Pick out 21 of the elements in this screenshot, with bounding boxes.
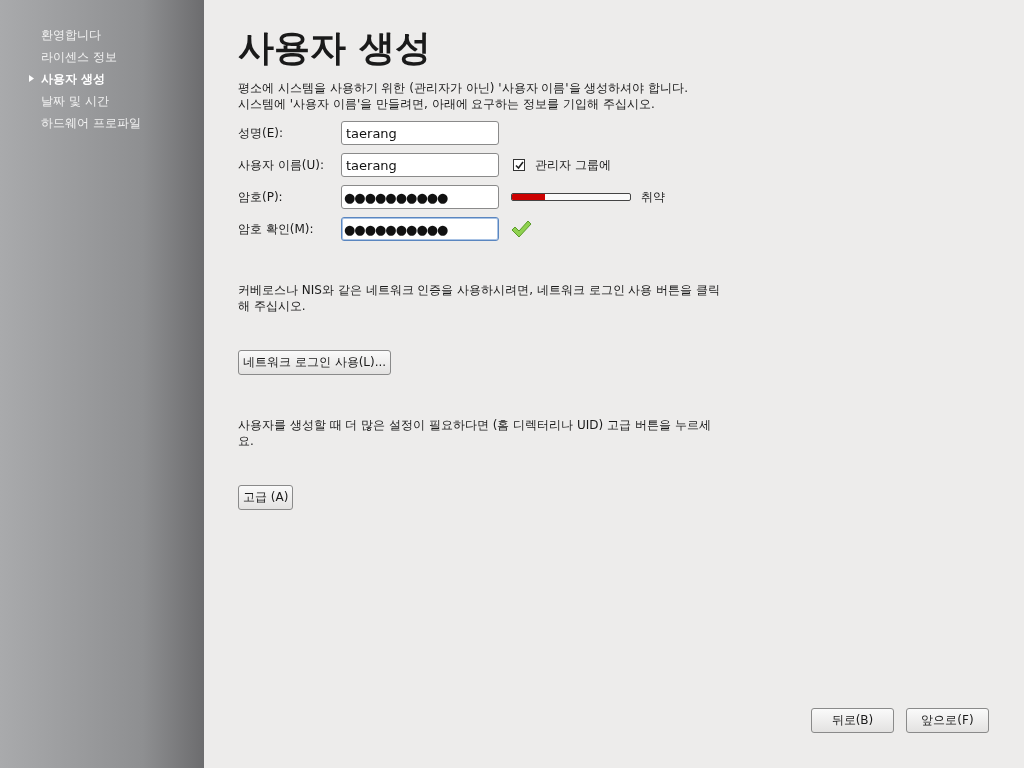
advanced-text: 사용자를 생성할 때 더 많은 설정이 필요하다면 (홈 디렉터리나 UID) 고급 버튼을 누르세요. <box>238 417 712 449</box>
intro-text: 평소에 시스템을 사용하기 위한 (관리자가 아닌) '사용자 이름'을 생성하셔야 합니다. 시스템에 '사용자 이름'을 만들려면, 아래에 요구하는 정보를 기입해 주십시오. <box>238 80 690 112</box>
strength-label: 취약 <box>641 188 665 206</box>
network-text: 커베로스나 NIS와 같은 네트워크 인증을 사용하시려면, 네트워크 로그인 사용 버튼을 클릭해 주십시오. <box>238 282 722 314</box>
network-login-button[interactable]: 네트워크 로그인 사용(L)... <box>238 350 392 375</box>
triangle-icon <box>29 75 34 82</box>
input-field[interactable]: taerang <box>341 153 499 177</box>
input-field[interactable]: ●●●●●●●●●● <box>341 185 499 209</box>
input-field[interactable]: ●●●●●●●●●● <box>341 217 499 241</box>
forward-button[interactable]: 앞으로(F) <box>906 708 989 733</box>
checkbox[interactable] <box>513 159 525 171</box>
field-label: 암호 확인(M): <box>238 220 315 238</box>
page-title: 사용자 생성 <box>238 26 432 70</box>
field-label: 사용자 이름(U): <box>238 156 325 174</box>
back-button[interactable]: 뒤로(B) <box>811 708 894 733</box>
input-field[interactable]: taerang <box>341 121 499 145</box>
advanced-button[interactable]: 고급 (A) <box>238 485 294 510</box>
field-label: 암호(P): <box>238 188 284 206</box>
checkbox-label: 관리자 그룹에 <box>535 156 611 174</box>
checkmark-icon <box>510 219 532 239</box>
field-label: 성명(E): <box>238 124 284 142</box>
